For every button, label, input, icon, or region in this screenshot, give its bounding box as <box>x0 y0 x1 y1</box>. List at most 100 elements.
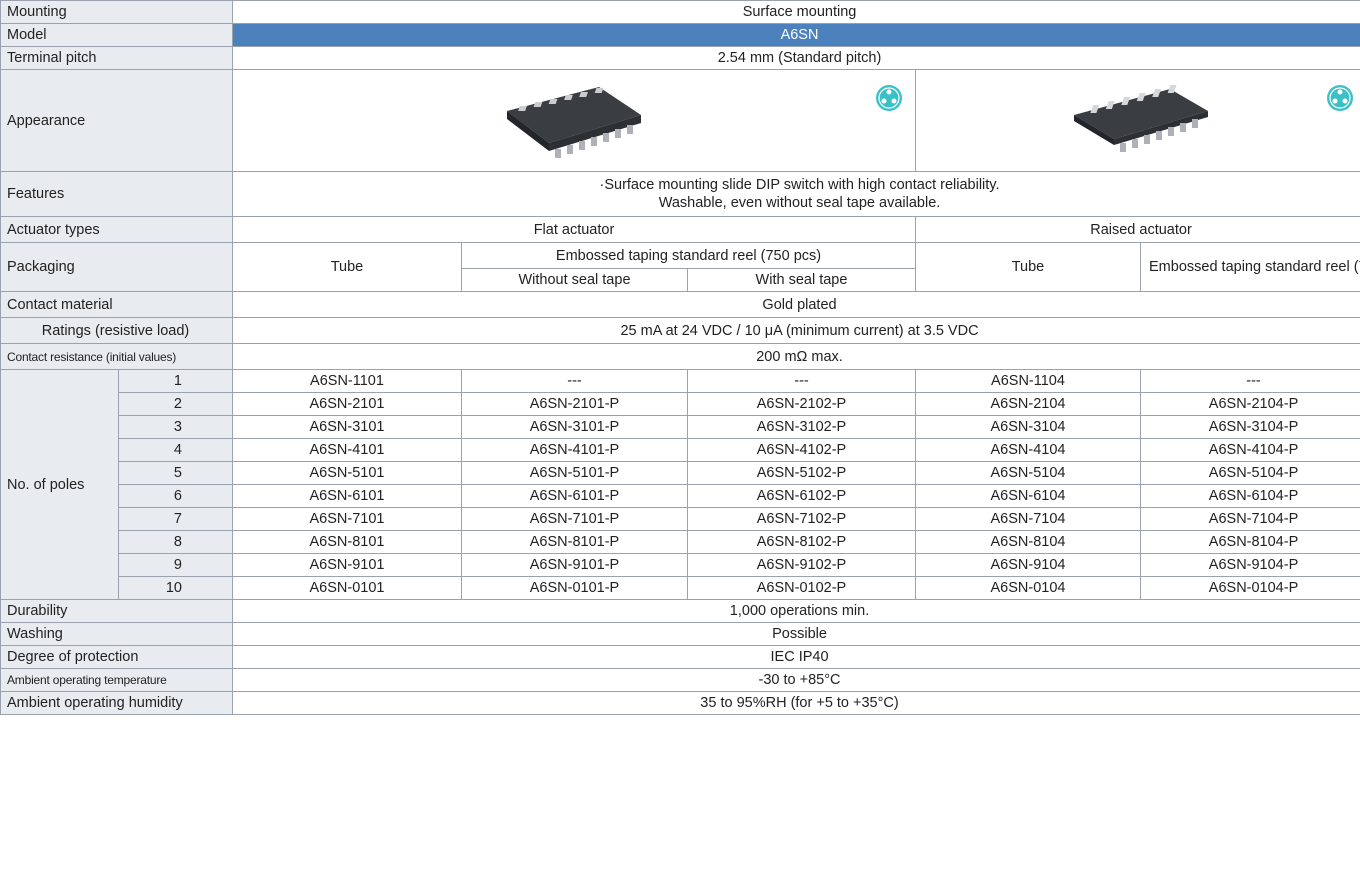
temperature-value: -30 to +85°C <box>231 668 1360 692</box>
humidity-label: Ambient operating humidity <box>0 691 233 715</box>
terminal-pitch-value: 2.54 mm (Standard pitch) <box>231 46 1360 70</box>
tube-flat-model: A6SN-1101 <box>232 369 462 393</box>
packaging-without-seal: Without seal tape <box>461 268 688 292</box>
washing-label: Washing <box>0 622 233 646</box>
tube-flat-model: A6SN-8101 <box>232 530 462 554</box>
tube-flat-model: A6SN-0101 <box>232 576 462 600</box>
pole-count: 4 <box>118 438 233 462</box>
row-ratings: Ratings (resistive load) 25 mA at 24 VDC… <box>0 317 1360 344</box>
humidity-value: 35 to 95%RH (for +5 to +35°C) <box>231 691 1360 715</box>
tube-raised-model: A6SN-2104 <box>915 392 1141 416</box>
row-appearance: Appearance <box>0 69 1360 172</box>
reel-without-seal-model: A6SN-7101-P <box>461 507 688 531</box>
row-contact-resistance: Contact resistance (initial values) 200 … <box>0 343 1360 370</box>
pole-row: 7 A6SN-7101 A6SN-7101-P A6SN-7102-P A6SN… <box>1 507 1360 531</box>
row-protection: Degree of protection IEC IP40 <box>0 645 1360 669</box>
tube-flat-model: A6SN-5101 <box>232 461 462 485</box>
reel-with-seal-model: A6SN-2102-P <box>687 392 916 416</box>
pole-count: 1 <box>118 369 233 393</box>
reel-with-seal-model: A6SN-7102-P <box>687 507 916 531</box>
model-value: A6SN <box>231 23 1360 47</box>
pole-row: 10 A6SN-0101 A6SN-0101-P A6SN-0102-P A6S… <box>1 576 1360 600</box>
pole-row: No. of poles 1 A6SN-1101 --- --- A6SN-11… <box>0 369 1360 600</box>
row-temperature: Ambient operating temperature -30 to +85… <box>0 668 1360 692</box>
ratings-value: 25 mA at 24 VDC / 10 μA (minimum current… <box>231 317 1360 344</box>
reel-with-seal-model: A6SN-9102-P <box>687 553 916 577</box>
row-model: Model A6SN <box>0 23 1360 47</box>
mounting-label: Mounting <box>0 0 233 24</box>
actuator-types-label: Actuator types <box>0 216 233 243</box>
tube-raised-model: A6SN-0104 <box>915 576 1141 600</box>
reel-with-seal-model: A6SN-6102-P <box>687 484 916 508</box>
reel-raised-model: A6SN-8104-P <box>1139 530 1360 554</box>
contact-material-value: Gold plated <box>231 291 1360 318</box>
reel-without-seal-model: A6SN-6101-P <box>461 484 688 508</box>
pole-row: 9 A6SN-9101 A6SN-9101-P A6SN-9102-P A6SN… <box>1 553 1360 577</box>
pole-count: 6 <box>118 484 233 508</box>
actuator-raised: Raised actuator <box>914 216 1360 243</box>
reel-without-seal-model: A6SN-5101-P <box>461 461 688 485</box>
pole-count: 7 <box>118 507 233 531</box>
raised-actuator-switch-image <box>1074 84 1209 152</box>
reel-without-seal-model: A6SN-0101-P <box>461 576 688 600</box>
appearance-label: Appearance <box>0 69 233 172</box>
features-value: ·Surface mounting slide DIP switch with … <box>231 171 1360 217</box>
durability-label: Durability <box>0 599 233 623</box>
row-features: Features ·Surface mounting slide DIP swi… <box>0 171 1360 217</box>
contact-resistance-value: 200 mΩ max. <box>231 343 1360 370</box>
tube-flat-model: A6SN-7101 <box>232 507 462 531</box>
actuator-flat: Flat actuator <box>232 216 916 243</box>
pole-count: 3 <box>118 415 233 439</box>
tube-flat-model: A6SN-4101 <box>232 438 462 462</box>
poles-label: No. of poles <box>0 369 119 600</box>
packaging-label: Packaging <box>0 242 233 292</box>
pole-row: 4 A6SN-4101 A6SN-4101-P A6SN-4102-P A6SN… <box>1 438 1360 462</box>
pole-row: 6 A6SN-6101 A6SN-6101-P A6SN-6102-P A6SN… <box>1 484 1360 508</box>
tube-flat-model: A6SN-2101 <box>232 392 462 416</box>
packaging-tube-flat: Tube <box>232 242 462 292</box>
tube-raised-model: A6SN-3104 <box>915 415 1141 439</box>
reel-raised-model: A6SN-2104-P <box>1139 392 1360 416</box>
tube-raised-model: A6SN-8104 <box>915 530 1141 554</box>
reel-with-seal-model: A6SN-5102-P <box>687 461 916 485</box>
pole-count: 9 <box>118 553 233 577</box>
tube-flat-model: A6SN-6101 <box>232 484 462 508</box>
reel-without-seal-model: A6SN-3101-P <box>461 415 688 439</box>
packaging-reel-750: Embossed taping standard reel (750 pcs) <box>461 242 916 269</box>
reel-raised-model: A6SN-4104-P <box>1139 438 1360 462</box>
ratings-label: Ratings (resistive load) <box>0 317 233 344</box>
pole-row: 3 A6SN-3101 A6SN-3101-P A6SN-3102-P A6SN… <box>1 415 1360 439</box>
pole-row: 8 A6SN-8101 A6SN-8101-P A6SN-8102-P A6SN… <box>1 530 1360 554</box>
reel-without-seal-model: A6SN-4101-P <box>461 438 688 462</box>
reel-without-seal-model: A6SN-9101-P <box>461 553 688 577</box>
row-contact-material: Contact material Gold plated <box>0 291 1360 318</box>
protection-label: Degree of protection <box>0 645 233 669</box>
pole-row: 2 A6SN-2101 A6SN-2101-P A6SN-2102-P A6SN… <box>1 392 1360 416</box>
tube-raised-model: A6SN-1104 <box>915 369 1141 393</box>
reel-with-seal-model: A6SN-4102-P <box>687 438 916 462</box>
reel-with-seal-model: A6SN-0102-P <box>687 576 916 600</box>
reel-with-seal-model: --- <box>687 369 916 393</box>
appearance-flat-cell <box>232 69 916 172</box>
temperature-label: Ambient operating temperature <box>0 668 233 692</box>
row-terminal-pitch: Terminal pitch 2.54 mm (Standard pitch) <box>0 46 1360 70</box>
reel-raised-model: A6SN-7104-P <box>1139 507 1360 531</box>
row-packaging-top: Packaging Tube Embossed taping standard … <box>0 242 1360 292</box>
contact-material-label: Contact material <box>0 291 233 318</box>
terminal-pitch-label: Terminal pitch <box>0 46 233 70</box>
row-durability: Durability 1,000 operations min. <box>0 599 1360 623</box>
reel-raised-model: A6SN-9104-P <box>1139 553 1360 577</box>
reel-raised-model: A6SN-5104-P <box>1139 461 1360 485</box>
row-actuator-types: Actuator types Flat actuator Raised actu… <box>0 216 1360 243</box>
appearance-raised-cell <box>914 69 1360 172</box>
mounting-value: Surface mounting <box>231 0 1360 24</box>
packaging-with-seal: With seal tape <box>687 268 916 292</box>
features-line-1: ·Surface mounting slide DIP switch with … <box>599 177 1000 193</box>
recycle-icon <box>876 85 902 111</box>
packaging-tube-raised: Tube <box>915 242 1141 292</box>
reel-without-seal-model: A6SN-2101-P <box>461 392 688 416</box>
reel-raised-model: --- <box>1139 369 1360 393</box>
pole-count: 5 <box>118 461 233 485</box>
tube-raised-model: A6SN-6104 <box>915 484 1141 508</box>
tube-raised-model: A6SN-9104 <box>915 553 1141 577</box>
